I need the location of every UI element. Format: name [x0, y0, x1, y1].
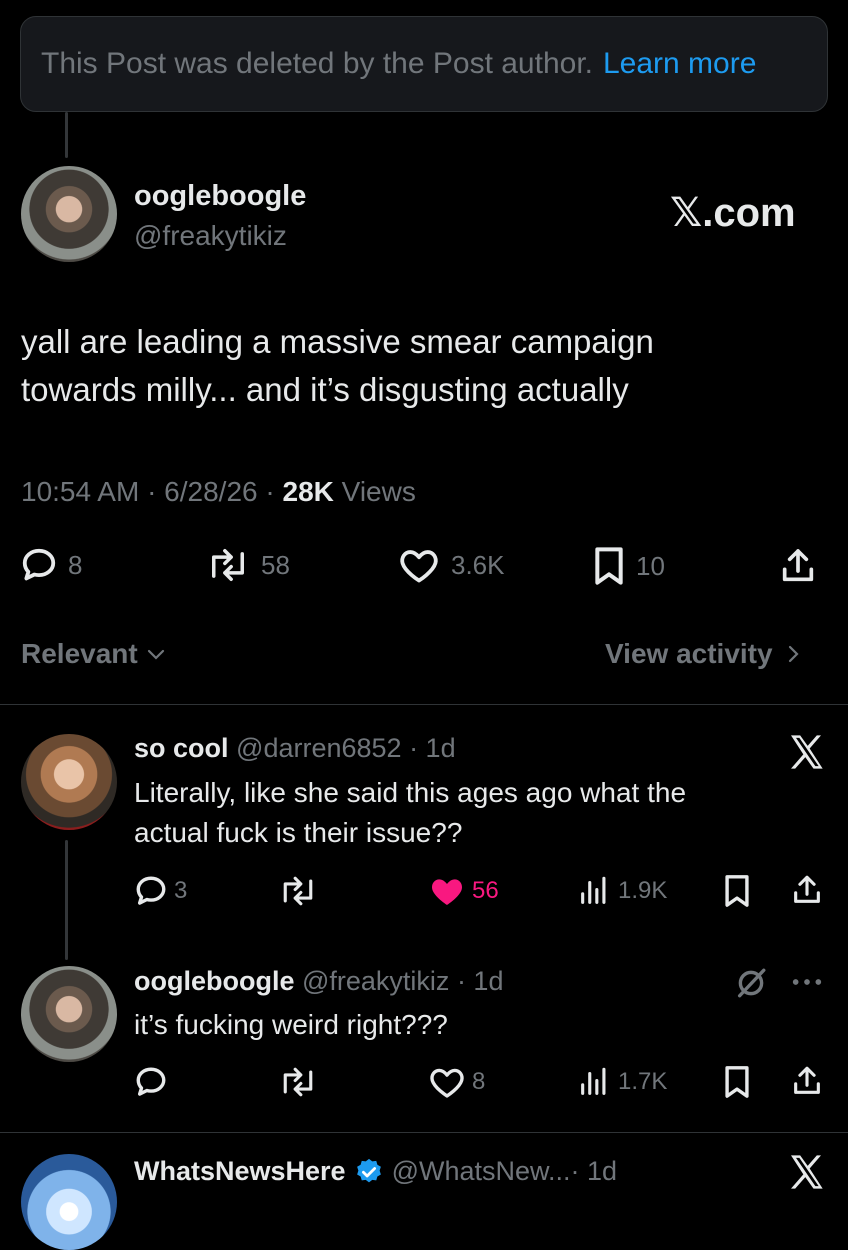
- share-icon[interactable]: [790, 1064, 824, 1098]
- reply-time: · 1d: [570, 1156, 618, 1186]
- views-button[interactable]: 1.9K: [576, 874, 667, 908]
- chevron-right-icon: [788, 645, 799, 663]
- like-button[interactable]: 3.6K: [397, 546, 505, 584]
- post-views-count: 28K: [282, 476, 334, 507]
- x-logo-icon: [791, 735, 823, 769]
- like-button[interactable]: 8: [428, 1065, 485, 1099]
- reply-author-name[interactable]: oogleboogle: [134, 966, 294, 996]
- avatar[interactable]: [21, 966, 117, 1062]
- reply-author-name[interactable]: so cool: [134, 733, 229, 763]
- x-logo-icon: [791, 1155, 823, 1189]
- repost-count: 58: [261, 549, 290, 580]
- repost-button[interactable]: 58: [205, 546, 290, 584]
- like-button[interactable]: 56: [428, 874, 499, 908]
- views-chart-icon: [581, 1067, 606, 1095]
- post-meta: 10:54 AM · 6/28/26 · 28K Views: [21, 476, 416, 508]
- reply-icon: [136, 1067, 166, 1096]
- post-text-line: towards milly... and it’s disgusting act…: [21, 371, 629, 408]
- post-text-line: yall are leading a massive smear campaig…: [21, 323, 654, 360]
- thread-line: [65, 840, 68, 960]
- views-chart-icon: [581, 876, 606, 904]
- repost-icon: [283, 1067, 313, 1097]
- reply-author-handle[interactable]: @freakytikiz: [302, 966, 449, 996]
- reply-header: so cool @darren6852 · 1d: [134, 733, 456, 764]
- view-activity-link[interactable]: View activity: [605, 638, 805, 670]
- avatar[interactable]: [21, 166, 117, 262]
- reply-count: 8: [68, 549, 83, 580]
- reply-text: Literally, like she said this ages ago w…: [134, 773, 794, 853]
- repost-icon: [212, 549, 244, 581]
- reply-text-line: Literally, like she said this ages ago w…: [134, 777, 687, 808]
- share-icon[interactable]: [790, 873, 824, 907]
- reply-time: · 1d: [401, 733, 456, 763]
- sort-label: Relevant: [21, 638, 138, 669]
- bookmark-count: 10: [636, 550, 665, 581]
- reply-author-name[interactable]: WhatsNewsHere: [134, 1156, 346, 1187]
- bookmark-icon[interactable]: [722, 1065, 752, 1099]
- bookmark-icon[interactable]: [722, 874, 752, 908]
- post-timestamp[interactable]: 10:54 AM · 6/28/26 ·: [21, 476, 283, 507]
- deleted-banner-text: This Post was deleted by the Post author…: [41, 47, 593, 80]
- reply-text-line: actual fuck is their issue??: [134, 817, 463, 848]
- views-button[interactable]: 1.7K: [576, 1065, 667, 1099]
- reply-icon: [22, 548, 56, 581]
- heart-icon: [400, 550, 438, 583]
- reply-button[interactable]: 3: [134, 874, 187, 908]
- repost-icon: [283, 876, 313, 906]
- avatar[interactable]: [21, 734, 117, 830]
- reply-author-handle[interactable]: @darren6852: [236, 733, 402, 763]
- like-count: 8: [472, 1068, 486, 1095]
- bookmark-button[interactable]: 10: [592, 546, 665, 586]
- reply-text: it’s fucking weird right???: [134, 1005, 794, 1045]
- xcom-watermark: 𝕏.com: [670, 191, 796, 235]
- deleted-post-banner: This Post was deleted by the Post author…: [20, 16, 828, 112]
- like-count: 3.6K: [451, 549, 505, 580]
- post-text: yall are leading a massive smear campaig…: [21, 318, 821, 414]
- reply-text-line: it’s fucking weird right???: [134, 1009, 448, 1040]
- thread-line: [65, 112, 68, 158]
- reply-count: 3: [174, 877, 188, 904]
- views-count: 1.7K: [618, 1068, 668, 1095]
- chevron-down-icon: [147, 649, 164, 660]
- reply-header: oogleboogle @freakytikiz · 1d: [134, 966, 503, 997]
- reply-icon: [136, 876, 166, 905]
- sort-dropdown[interactable]: Relevant: [21, 638, 168, 670]
- reply-button[interactable]: 8: [20, 546, 82, 584]
- reply-button[interactable]: [134, 1065, 174, 1099]
- share-button[interactable]: [778, 546, 828, 586]
- views-count: 1.9K: [618, 877, 668, 904]
- repost-button[interactable]: [278, 874, 324, 908]
- reply-author-handle[interactable]: @WhatsNew...: [392, 1156, 571, 1187]
- more-options-icon[interactable]: [790, 970, 824, 994]
- reply-time: · 1d: [449, 966, 504, 996]
- heart-filled-icon: [431, 879, 463, 905]
- divider: [0, 1132, 848, 1133]
- learn-more-link[interactable]: Learn more: [603, 47, 756, 81]
- post-views-label: Views: [333, 476, 416, 507]
- share-icon: [782, 549, 814, 582]
- avatar[interactable]: [21, 1154, 117, 1250]
- grok-icon[interactable]: [734, 966, 768, 1000]
- like-count: 56: [472, 877, 499, 904]
- heart-icon: [430, 1068, 464, 1098]
- repost-button[interactable]: [278, 1065, 324, 1099]
- view-activity-label: View activity: [605, 638, 773, 669]
- reply-header: WhatsNewsHere @WhatsNew... · 1d: [134, 1156, 617, 1187]
- verified-badge-icon: [356, 1158, 381, 1182]
- bookmark-icon: [595, 547, 623, 585]
- divider: [0, 704, 848, 705]
- post-author-handle[interactable]: @freakytikiz: [134, 220, 287, 252]
- post-author-name[interactable]: oogleboogle: [134, 180, 306, 213]
